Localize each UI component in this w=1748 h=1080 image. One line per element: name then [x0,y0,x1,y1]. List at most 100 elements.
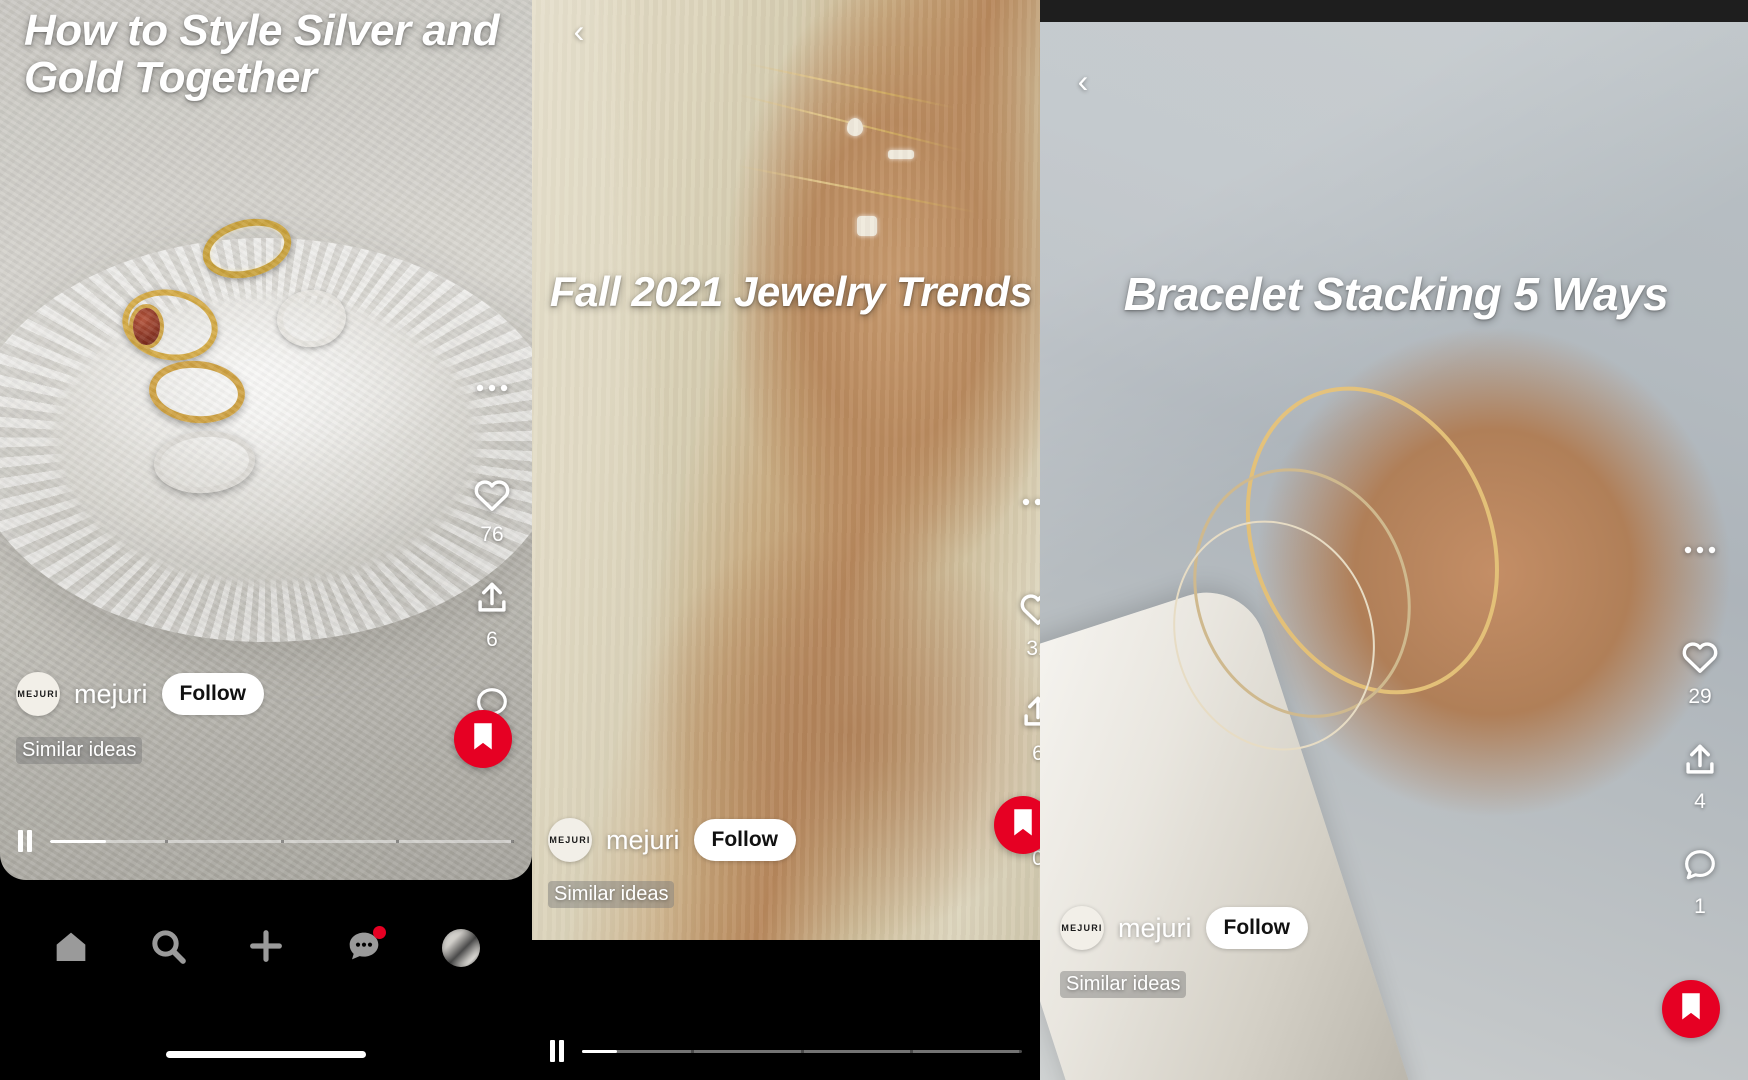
share-count: 6 [1032,742,1040,765]
panel-2-video[interactable]: ‹ Fall 2021 Jewelry Trends 31 [532,0,1040,940]
gold-ring [116,282,224,369]
creator-username[interactable]: mejuri [606,825,680,856]
necklace-chain [738,93,966,153]
progress-tick [280,839,284,843]
panel-2-title: Fall 2021 Jewelry Trends [549,268,1033,315]
more-horizontal-icon [475,380,509,398]
more-options-button[interactable] [1683,542,1717,560]
nav-updates-button[interactable] [336,920,392,976]
progress-tick [909,1049,913,1053]
gold-ring [196,209,299,288]
save-button[interactable] [1662,980,1720,1038]
avatar[interactable]: MEJURI [1060,906,1104,950]
more-options-button[interactable] [1021,494,1040,512]
like-button[interactable]: 76 [472,476,512,547]
share-upload-icon [473,579,511,622]
video-feed-screens: How to Style Silver and Gold Together 76 [0,0,1748,1080]
panel-3-creator-row: MEJURI mejuri Follow [1060,906,1309,950]
creator-username[interactable]: mejuri [1118,913,1192,944]
pause-icon[interactable] [550,1040,564,1062]
beaded-bracelet [1158,437,1446,749]
more-horizontal-icon [1683,542,1717,560]
silver-ring [273,286,349,352]
necklace-chain [737,164,977,214]
unread-badge [372,926,386,939]
panel-3-status-bar [1040,0,1748,22]
gold-bangle [1201,348,1544,733]
profile-avatar-icon [442,929,481,967]
panel-1-creator-row: MEJURI mejuri Follow [16,672,265,716]
panel-1-action-rail: 76 6 1 [472,380,512,757]
gold-ring [146,356,248,427]
share-count: 4 [1694,790,1706,813]
save-button[interactable] [454,710,512,768]
home-icon [51,926,91,971]
nav-search-button[interactable] [140,920,196,976]
share-button[interactable]: 4 [1681,741,1719,814]
comment-bubble-icon [1681,846,1719,889]
follow-button[interactable]: Follow [1205,907,1309,949]
more-options-button[interactable] [475,380,509,398]
similar-ideas-label[interactable]: Similar ideas [16,737,143,764]
bookmark-icon [471,722,495,757]
panel-2-creator-row: MEJURI mejuri Follow [548,818,797,862]
more-horizontal-icon [1021,494,1040,512]
similar-ideas-label[interactable]: Similar ideas [548,881,675,908]
progress-fill [582,1049,618,1053]
progress-tick [691,1049,695,1053]
progress-tick [165,839,169,843]
glass-dish [0,237,532,643]
nav-profile-button[interactable] [433,920,489,976]
share-button[interactable]: 6 [1019,693,1040,766]
share-button[interactable]: 6 [473,579,511,652]
panel-2-photo [532,0,1040,940]
back-button[interactable]: ‹ [562,14,596,48]
nav-create-button[interactable] [238,920,294,976]
comment-button[interactable]: 1 [1681,846,1719,919]
back-button[interactable]: ‹ [1066,64,1100,98]
panel-1-scrubber[interactable] [0,830,532,852]
nav-home-button[interactable] [43,920,99,976]
search-icon [148,926,188,971]
progress-track[interactable] [582,1049,1022,1053]
panel-1-title: How to Style Silver and Gold Together [24,6,500,102]
like-button[interactable]: 31 [1018,590,1040,661]
panel-2: ‹ Fall 2021 Jewelry Trends 31 [532,0,1040,1080]
progress-tick [395,839,399,843]
pendant-square [857,216,878,237]
pendant [846,117,863,136]
heart-icon [472,476,512,517]
pendant-bar [887,150,914,160]
follow-button[interactable]: Follow [693,819,797,861]
progress-track[interactable] [50,839,514,843]
like-count: 31 [1026,637,1040,660]
panel-3-video[interactable]: ‹ Bracelet Stacking 5 Ways 29 4 1 MEJURI… [1040,22,1748,1080]
progress-tick [511,839,514,843]
pause-icon[interactable] [18,830,32,852]
avatar[interactable]: MEJURI [16,672,60,716]
progress-tick [800,1049,804,1053]
gemstone-ring [133,308,160,345]
panel-1-video[interactable]: How to Style Silver and Gold Together 76 [0,0,532,880]
panel-1: How to Style Silver and Gold Together 76 [0,0,532,1080]
like-button[interactable]: 29 [1680,638,1720,709]
progress-fill [50,839,106,843]
like-count: 76 [480,523,504,546]
silver-ring [152,427,258,497]
progress-tick [1019,1049,1022,1053]
follow-button[interactable]: Follow [161,673,265,715]
comment-count: 1 [1694,895,1706,918]
shirt-cuff [1040,577,1415,1080]
heart-icon [1680,638,1720,679]
bookmark-icon [1011,808,1035,843]
share-upload-icon [1681,741,1719,784]
bottom-navigation-bar [0,880,532,1080]
like-count: 29 [1688,685,1712,708]
panel-3-action-rail: 29 4 1 [1680,542,1720,919]
creator-username[interactable]: mejuri [74,679,148,710]
panel-2-scrubber[interactable] [532,1040,1040,1062]
similar-ideas-label[interactable]: Similar ideas [1060,971,1187,998]
panel-3: ‹ Bracelet Stacking 5 Ways 29 4 1 MEJURI… [1040,0,1748,1080]
plus-icon [246,926,286,971]
avatar[interactable]: MEJURI [548,818,592,862]
